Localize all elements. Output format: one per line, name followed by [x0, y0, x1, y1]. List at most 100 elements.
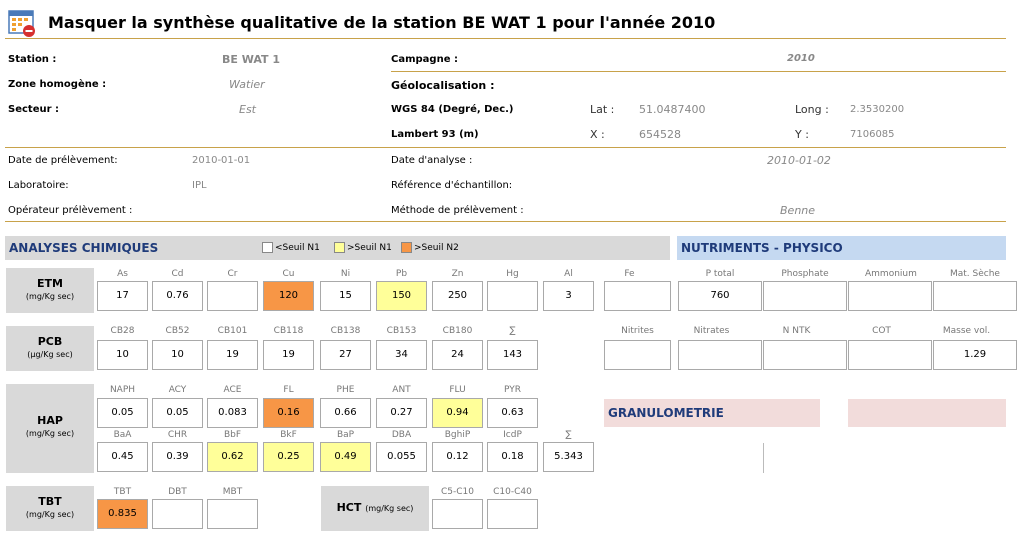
etm-value-cell [207, 281, 258, 311]
hap2-header: BkF [280, 430, 297, 440]
section-nutriments: NUTRIMENTS - PHYSICO [677, 236, 1006, 260]
zone-value: Watier [229, 78, 265, 91]
y-value: 7106085 [850, 129, 895, 140]
nut2-value-cell: 1.29 [933, 340, 1017, 370]
etm-value-cell: 120 [263, 281, 314, 311]
hap1-header: FLU [449, 385, 466, 395]
nut2-value-cell [763, 340, 847, 370]
pcb-header: CB180 [442, 326, 473, 336]
calendar-remove-icon [8, 10, 35, 37]
pcb-header: CB52 [165, 326, 190, 336]
labo-value: IPL [192, 180, 207, 191]
nut2-value-cell [604, 340, 671, 370]
nut2-header: COT [872, 326, 891, 336]
pcb-header: CB101 [217, 326, 248, 336]
divider [5, 221, 1006, 222]
station-label: Station : [8, 54, 57, 65]
divider [5, 38, 1006, 39]
hct-value-cell [432, 499, 483, 529]
hap1-header: PYR [504, 385, 521, 395]
hap2-header: IcdP [503, 430, 522, 440]
etm-header: Cu [282, 269, 295, 279]
legend-above-n1: >Seuil N1 [334, 242, 392, 253]
hap1-header: FL [283, 385, 294, 395]
page-title: Masquer la synthèse qualitative de la st… [48, 13, 716, 32]
secteur-value: Est [239, 103, 256, 116]
hap2-header: BaA [113, 430, 132, 440]
hap2-value-cell: 0.055 [376, 442, 427, 472]
divider [763, 443, 764, 473]
divider [5, 147, 1006, 148]
etm-value-cell: 150 [376, 281, 427, 311]
long-label: Long : [795, 103, 829, 116]
nut2-header: Nitrites [621, 326, 654, 336]
secteur-label: Secteur : [8, 104, 60, 115]
date-anal-value: 2010-01-02 [767, 154, 831, 167]
lat-label: Lat : [590, 103, 615, 116]
tbt-header: DBT [168, 487, 187, 497]
x-label: X : [590, 128, 605, 141]
hct-header: C5-C10 [441, 487, 474, 497]
etm-value-cell [487, 281, 538, 311]
long-value: 2.3530200 [850, 104, 905, 115]
legend-below-n1: <Seuil N1 [262, 242, 320, 253]
pcb-value-cell: 27 [320, 340, 371, 370]
pcb-value-cell: 24 [432, 340, 483, 370]
etm-header: Fe [624, 269, 635, 279]
labo-label: Laboratoire: [8, 180, 69, 191]
zone-label: Zone homogène : [8, 79, 107, 90]
etm-header: As [117, 269, 128, 279]
hap2-value-cell: 0.12 [432, 442, 483, 472]
pcb-header: CB28 [110, 326, 135, 336]
nut1-header: Phosphate [781, 269, 829, 279]
y-label: Y : [795, 128, 809, 141]
etm-value-cell: 250 [432, 281, 483, 311]
oper-label: Opérateur prélèvement : [8, 205, 133, 216]
nut1-value-cell [848, 281, 932, 311]
hap1-header: PHE [336, 385, 355, 395]
pcb-header: CB138 [330, 326, 361, 336]
etm-value-cell [604, 281, 671, 311]
section-granulometrie: GRANULOMETRIE [604, 399, 820, 427]
lambert-label: Lambert 93 (m) [391, 129, 479, 140]
etm-value-cell: 0.76 [152, 281, 203, 311]
hap1-header: NAPH [109, 385, 136, 395]
etm-value-cell: 15 [320, 281, 371, 311]
hap2-value-cell: 5.343 [543, 442, 594, 472]
etm-header: Al [564, 269, 573, 279]
row-label-etm: ETM (mg/Kg sec) [6, 268, 94, 313]
methode-value: Benne [780, 204, 816, 217]
date-prel-label: Date de prélèvement: [8, 155, 118, 166]
pcb-value-cell: 19 [263, 340, 314, 370]
date-prel-value: 2010-01-01 [192, 155, 251, 166]
hap1-value-cell: 0.05 [152, 398, 203, 428]
hap1-header: ACE [223, 385, 242, 395]
hap1-value-cell: 0.083 [207, 398, 258, 428]
pcb-value-cell: 143 [487, 340, 538, 370]
nut1-value-cell: 760 [678, 281, 762, 311]
geo-label: Géolocalisation : [391, 79, 495, 92]
nut2-header: Nitrates [693, 326, 730, 336]
hap1-value-cell: 0.05 [97, 398, 148, 428]
hap1-value-cell: 0.16 [263, 398, 314, 428]
etm-value-cell: 3 [543, 281, 594, 311]
hap2-header: BaP [336, 430, 355, 440]
nut2-value-cell [848, 340, 932, 370]
hap2-value-cell: 0.25 [263, 442, 314, 472]
tbt-value-cell: 0.835 [97, 499, 148, 529]
station-value: BE WAT 1 [222, 53, 281, 66]
hap2-value-cell: 0.62 [207, 442, 258, 472]
hap2-value-cell: 0.45 [97, 442, 148, 472]
tbt-value-cell [152, 499, 203, 529]
etm-value-cell: 17 [97, 281, 148, 311]
pcb-header: CB118 [273, 326, 304, 336]
nut2-value-cell [678, 340, 762, 370]
tbt-header: MBT [222, 487, 243, 497]
hap2-header: ∑ [565, 430, 572, 440]
hap2-header: CHR [167, 430, 188, 440]
hap2-header: BghiP [444, 430, 471, 440]
pcb-value-cell: 34 [376, 340, 427, 370]
etm-header: Cr [227, 269, 238, 279]
hap1-header: ACY [168, 385, 187, 395]
etm-header: Hg [506, 269, 519, 279]
